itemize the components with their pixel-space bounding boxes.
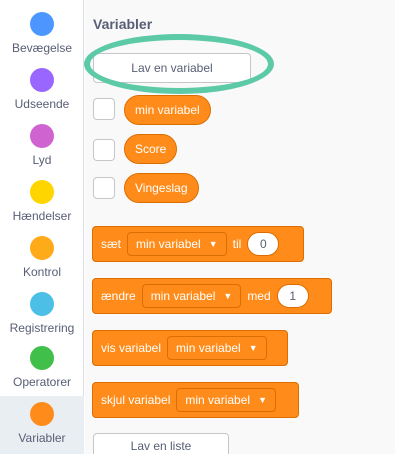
category-events[interactable]: Hændelser [0,180,84,236]
looks-category-dot [30,68,54,92]
variable-dropdown[interactable]: min variabel ▼ [176,388,276,412]
block-text: med [247,289,271,303]
dropdown-value: min variabel [176,341,241,355]
motion-category-dot [30,12,54,36]
set-variable-block[interactable]: sæt min variabel ▼ til 0 [92,226,304,262]
category-label: Bevægelse [11,41,73,55]
variable-reporter[interactable]: min variabel [124,95,211,125]
make-variable-button[interactable]: Lav en variabel [93,53,251,83]
block-text: til [232,237,242,251]
variable-checkbox[interactable] [93,177,115,199]
category-label: Hændelser [12,209,72,223]
variable-dropdown[interactable]: min variabel ▼ [167,336,267,360]
variable-dropdown[interactable]: min variabel ▼ [127,232,227,256]
category-label: Operatorer [12,375,72,389]
control-category-dot [30,236,54,260]
category-label: Variabler [18,431,66,445]
variable-checkbox[interactable] [93,98,115,120]
dropdown-value: min variabel [136,237,201,251]
value-input[interactable]: 0 [247,232,280,256]
chevron-down-icon: ▼ [223,291,233,301]
make-list-button[interactable]: Lav en liste [93,433,229,454]
section-title: Variabler [93,16,153,32]
category-sound[interactable]: Lyd [0,124,84,180]
operators-category-dot [30,346,54,370]
sensing-category-dot [30,292,54,316]
variable-checkbox[interactable] [93,139,115,161]
category-operators[interactable]: Operatorer [0,346,84,402]
chevron-down-icon: ▼ [248,343,258,353]
block-text: ændre [101,289,136,303]
events-category-dot [30,180,54,204]
dropdown-value: min variabel [185,393,251,407]
variable-reporter[interactable]: Score [124,134,178,164]
variables-category-dot [30,402,54,426]
hide-variable-block[interactable]: skjul variabel min variabel ▼ [92,382,299,418]
block-text: sæt [101,237,122,251]
value-input[interactable]: 1 [276,284,309,308]
category-looks[interactable]: Udseende [0,68,84,124]
category-control[interactable]: Kontrol [0,236,84,292]
variable-reporter[interactable]: Vingeslag [124,173,199,203]
dropdown-value: min variabel [150,289,216,303]
sound-category-dot [30,124,54,148]
chevron-down-icon: ▼ [208,239,218,249]
category-label: Registrering [9,321,75,335]
category-sidebar: Bevægelse Udseende Lyd Hændelser Kontrol… [0,0,84,454]
category-label: Udseende [14,97,70,111]
category-sensing[interactable]: Registrering [0,292,84,348]
show-variable-block[interactable]: vis variabel min variabel ▼ [92,330,288,366]
change-variable-block[interactable]: ændre min variabel ▼ med 1 [92,278,332,314]
block-text: vis variabel [101,341,162,355]
category-variables[interactable]: Variabler [0,396,84,454]
category-motion[interactable]: Bevægelse [0,12,84,68]
variable-dropdown[interactable]: min variabel ▼ [141,284,242,308]
category-label: Lyd [32,153,52,167]
chevron-down-icon: ▼ [258,395,267,405]
category-label: Kontrol [22,265,62,279]
block-text: skjul variabel [101,393,171,407]
